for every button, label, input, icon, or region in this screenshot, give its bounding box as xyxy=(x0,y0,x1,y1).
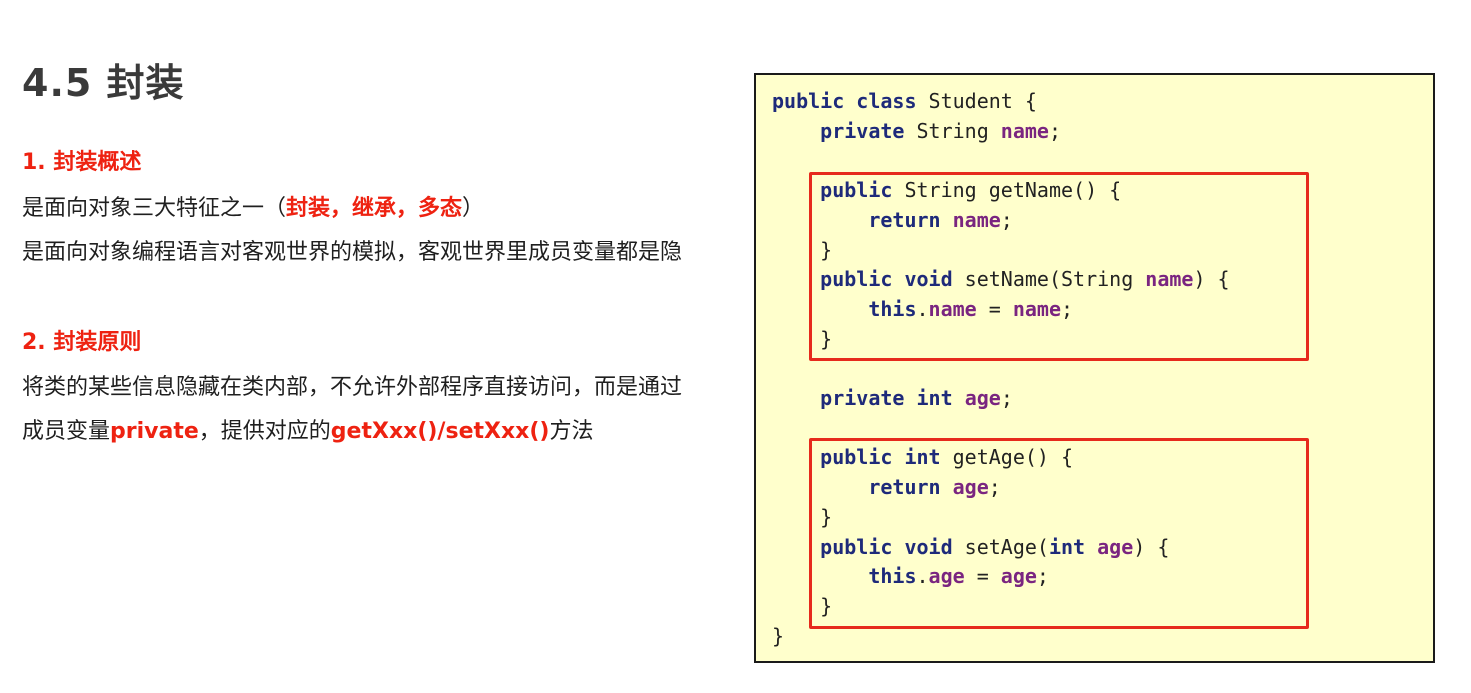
code-keyword: public xyxy=(772,89,845,113)
three-features-emphasis: 封装，继承，多态 xyxy=(286,196,463,221)
slide-title: 4.5 封装 xyxy=(22,61,185,105)
code-line: private String name; xyxy=(772,119,1061,143)
age-accessor-highlight xyxy=(809,438,1309,629)
code-line: public class Student { xyxy=(772,89,1037,113)
code-text: ; xyxy=(1048,118,1062,143)
code-panel: public class Student { private String na… xyxy=(754,73,1435,663)
overview-line-1: 是面向对象三大特征之一（封装，继承，多态） xyxy=(22,190,484,222)
code-text: ; xyxy=(1000,386,1013,411)
section-heading-principle: 2. 封装原则 xyxy=(22,330,142,355)
code-line: } xyxy=(772,624,784,648)
code-line: private int age; xyxy=(772,386,1013,410)
code-keyword: int xyxy=(916,386,953,411)
principle-line-2: 成员变量private，提供对应的getXxx()/setXxx()方法 xyxy=(22,413,593,445)
getter-setter-emphasis: getXxx()/setXxx() xyxy=(330,419,550,444)
principle-line-2-mid: ，提供对应的 xyxy=(198,419,331,444)
code-text: Student { xyxy=(916,89,1037,113)
code-text: } xyxy=(772,623,785,648)
principle-line-1: 将类的某些信息隐藏在类内部，不允许外部程序直接访问，而是通过 xyxy=(22,375,683,400)
section-heading-overview: 1. 封装概述 xyxy=(22,150,142,175)
private-keyword-emphasis: private xyxy=(110,419,199,444)
code-field: age xyxy=(964,386,1001,411)
code-text: String xyxy=(904,118,1001,143)
principle-line-2-suffix: 方法 xyxy=(549,419,594,444)
principle-line-2-prefix: 成员变量 xyxy=(22,419,111,444)
code-keyword: class xyxy=(856,89,917,113)
overview-line-1-prefix: 是面向对象三大特征之一（ xyxy=(22,196,287,221)
code-keyword: private xyxy=(820,118,905,143)
code-keyword: private xyxy=(820,386,905,411)
overview-line-2: 是面向对象编程语言对客观世界的模拟，客观世界里成员变量都是隐 xyxy=(22,240,683,265)
name-accessor-highlight xyxy=(809,172,1309,361)
overview-line-1-suffix: ） xyxy=(462,196,485,221)
code-field: name xyxy=(1000,118,1049,143)
